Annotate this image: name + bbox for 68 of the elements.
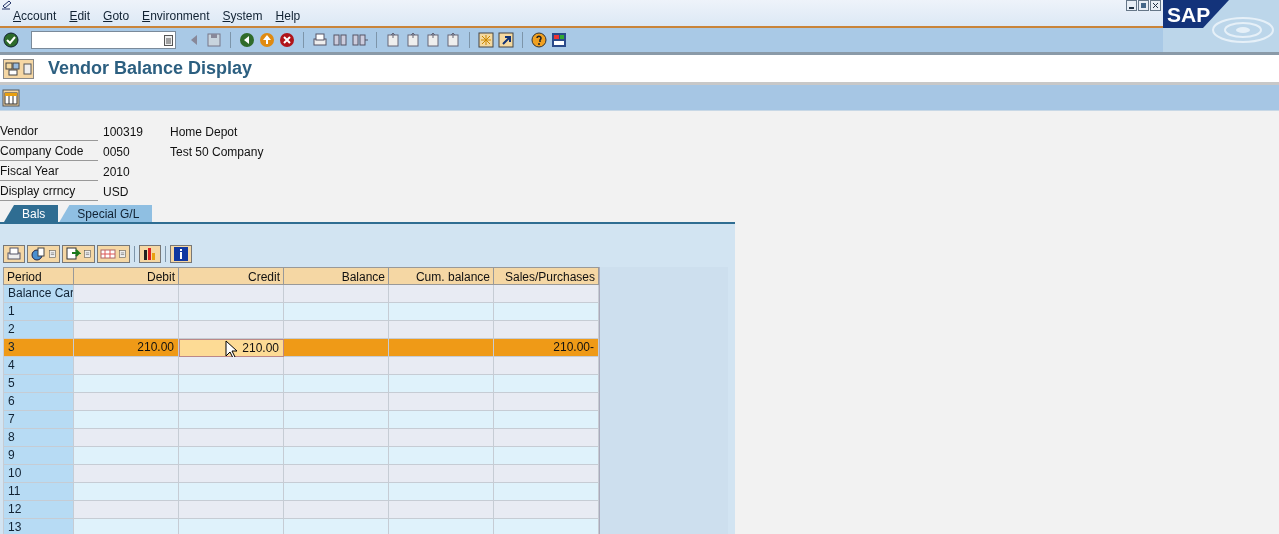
layout-icon[interactable] [551, 32, 567, 48]
row-header-cell[interactable]: 7 [3, 411, 74, 429]
menu-item[interactable]: System [222, 9, 263, 23]
menu-item[interactable]: Goto [103, 9, 130, 23]
layout-button[interactable] [97, 245, 130, 263]
globe-icon[interactable] [30, 246, 46, 262]
row-header-cell[interactable]: 11 [3, 483, 74, 501]
field-label: Fiscal Year [0, 163, 98, 181]
row-header-cell[interactable]: 5 [3, 375, 74, 393]
row-header-cell[interactable]: 8 [3, 429, 74, 447]
row-header-cell[interactable]: 13 [3, 519, 74, 534]
tab[interactable]: Special G/L [59, 205, 153, 222]
field-description: Home Depot [170, 124, 239, 141]
list-icon[interactable] [164, 34, 173, 46]
row-header-cell[interactable]: Balance Car [3, 285, 74, 303]
system-menu-icon[interactable] [1, 0, 13, 10]
column-header[interactable]: Balance [284, 267, 389, 285]
field-label: Company Code [0, 143, 98, 161]
table-cell: 210.00 [179, 339, 284, 357]
field-description: Test 50 Company [170, 144, 265, 161]
column-header[interactable]: Sales/Purchases [494, 267, 599, 285]
cancel-icon[interactable] [279, 32, 295, 48]
row-header-cell[interactable]: 1 [3, 303, 74, 321]
field-value: 2010 [102, 164, 131, 181]
column-header[interactable]: Credit [179, 267, 284, 285]
menu-item[interactable]: Help [275, 9, 301, 23]
window-title: Vendor Balance Display [48, 58, 253, 79]
print-icon[interactable] [312, 32, 328, 48]
views-button[interactable] [27, 245, 60, 263]
enter-icon[interactable] [3, 32, 19, 48]
mouse-pointer-icon [225, 340, 238, 359]
field-label: Vendor [0, 123, 98, 141]
table-cell: 210.00 [74, 339, 179, 357]
row-header-cell[interactable]: 12 [3, 501, 74, 519]
row-header-cell[interactable]: 2 [3, 321, 74, 339]
command-field[interactable] [31, 31, 176, 49]
menu-item[interactable]: Account [13, 9, 57, 23]
close-icon[interactable] [1150, 0, 1161, 11]
table-cell: 210.00- [494, 339, 599, 357]
column-header[interactable]: Cum. balance [389, 267, 494, 285]
list-icon[interactable] [23, 60, 32, 77]
export-icon[interactable] [65, 246, 81, 262]
field-value: USD [102, 184, 130, 201]
field-label: Display crrncy [0, 183, 98, 201]
column-header[interactable]: Period [3, 267, 74, 285]
column-header[interactable]: Debit [74, 267, 179, 285]
row-header-cell[interactable]: 6 [3, 393, 74, 411]
menu-item[interactable]: Edit [69, 9, 91, 23]
menu-toggle-button[interactable] [3, 58, 34, 79]
export-button[interactable] [62, 245, 95, 263]
tab[interactable]: Bals [4, 205, 59, 222]
field-value: 100319 [102, 124, 145, 141]
help-icon[interactable] [531, 32, 547, 48]
menu-item[interactable]: Environment [142, 9, 210, 23]
row-header-cell[interactable]: 4 [3, 357, 74, 375]
find-next-icon[interactable] [352, 32, 368, 48]
find-icon[interactable] [332, 32, 348, 48]
table-icon[interactable] [100, 246, 116, 262]
back-icon[interactable] [239, 32, 255, 48]
row-header-cell[interactable]: 9 [3, 447, 74, 465]
logo: SAP [1163, 0, 1279, 52]
shortcut-icon[interactable] [498, 32, 514, 48]
columns-icon[interactable] [2, 88, 20, 107]
row-header-cell[interactable]: 10 [3, 465, 74, 483]
row-header-cell[interactable]: 3 [3, 339, 74, 357]
minimize-icon[interactable] [1126, 0, 1137, 11]
restore-icon[interactable] [1138, 0, 1149, 11]
field-value: 0050 [102, 144, 131, 161]
